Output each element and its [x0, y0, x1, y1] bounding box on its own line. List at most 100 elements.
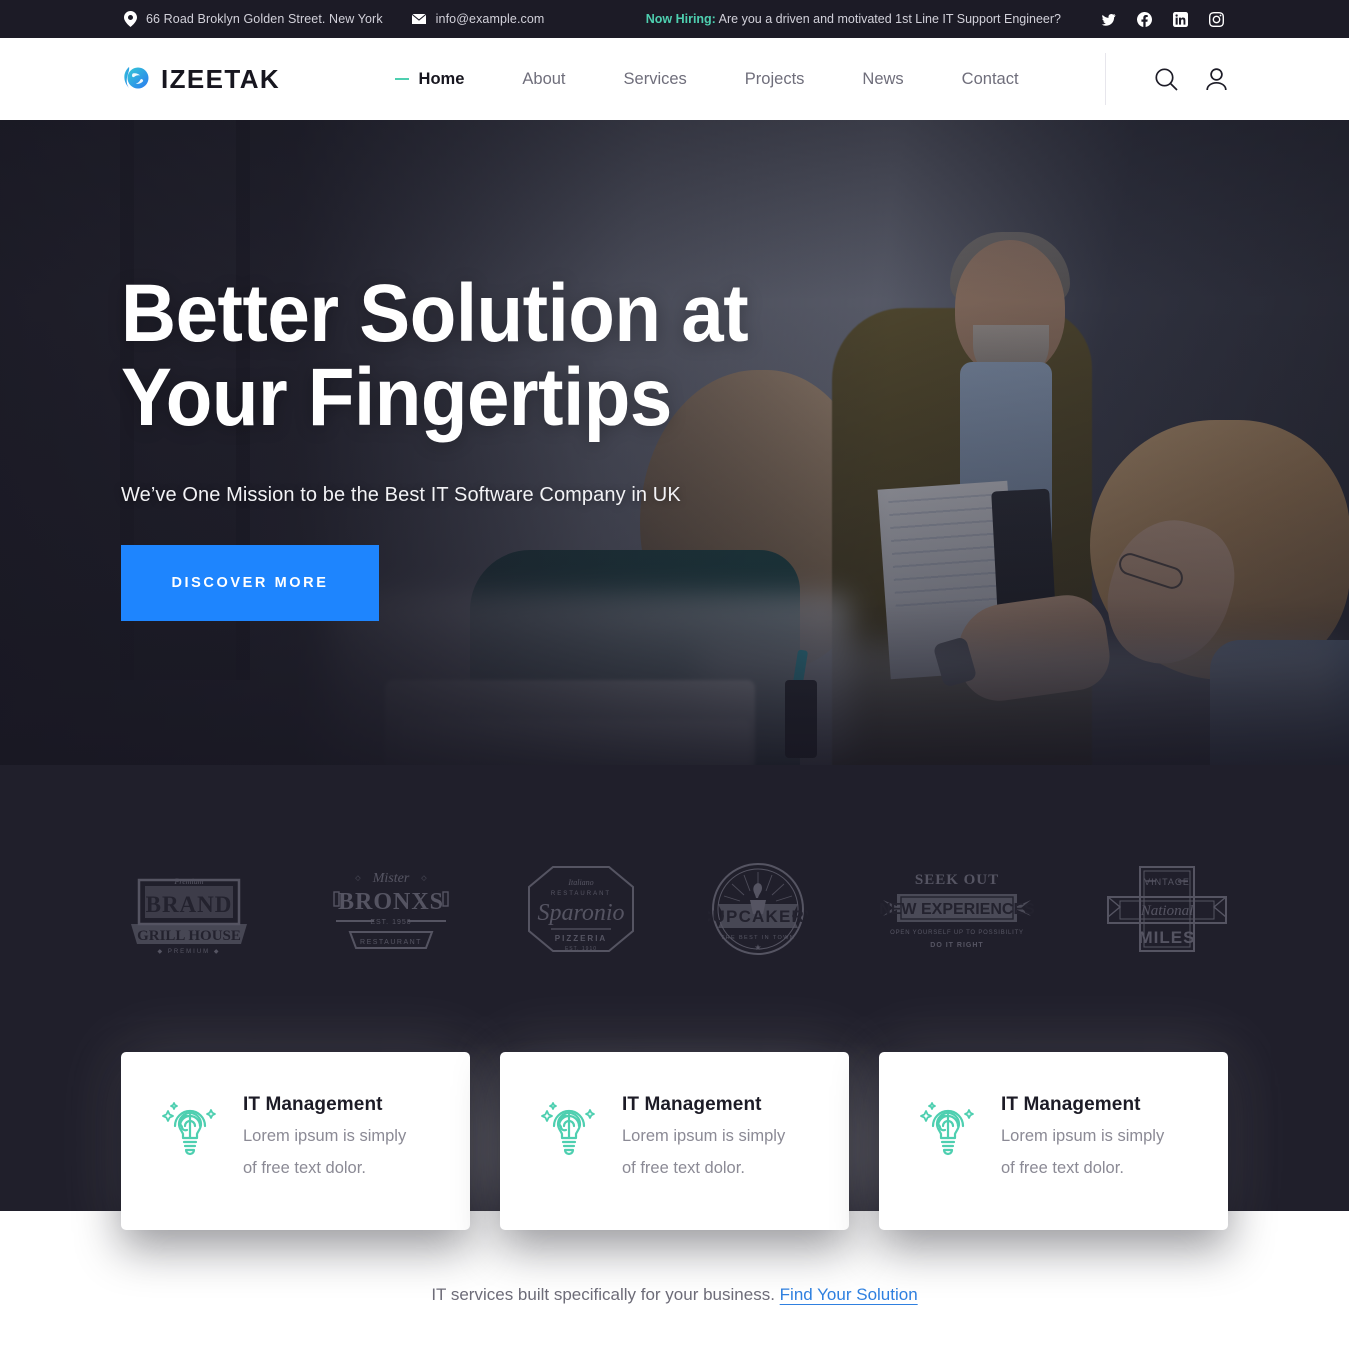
hero-section: Better Solution at Your Fingertips We’ve… [0, 120, 1349, 765]
izeetak-globe-icon [121, 64, 151, 94]
topbar-email[interactable]: info@example.com [410, 12, 545, 26]
service-card-body: IT Management Lorem ipsum is simply of f… [243, 1094, 406, 1184]
hero-subtitle: We’ve One Mission to be the Best IT Soft… [121, 484, 681, 507]
brain-lightbulb-icon [159, 1096, 221, 1158]
search-button[interactable] [1154, 67, 1179, 92]
service-card[interactable]: IT Management Lorem ipsum is simply of f… [121, 1052, 470, 1230]
svg-text:MILES: MILES [1139, 928, 1196, 947]
svg-text:National: National [1140, 903, 1194, 919]
find-your-solution-link[interactable]: Find Your Solution [780, 1285, 918, 1304]
brain-lightbulb-icon [917, 1096, 979, 1158]
nav-item-projects-label: Projects [744, 69, 805, 88]
brand-logo-vintage-national-miles: VINTAGE National MILES [1106, 861, 1228, 957]
social-link-facebook[interactable] [1135, 10, 1153, 28]
map-pin-icon [124, 11, 137, 27]
header-actions [1104, 53, 1228, 105]
social-links [1099, 10, 1225, 28]
brand-logo-text: IZEETAK [161, 63, 281, 94]
nav-item-home[interactable]: Home [366, 70, 494, 89]
service-card-title: IT Management [243, 1094, 383, 1115]
twitter-icon [1101, 13, 1115, 26]
svg-text:OPEN YOURSELF UP TO POSSIBILIT: OPEN YOURSELF UP TO POSSIBILITY [890, 930, 1024, 936]
topbar-address: 66 Road Broklyn Golden Street. New York [124, 11, 383, 27]
now-hiring-text: Are you a driven and motivated 1st Line … [718, 12, 1061, 26]
nav-item-services[interactable]: Services [595, 70, 716, 89]
nav-item-about[interactable]: About [493, 70, 594, 89]
service-card-description: Lorem ipsum is simply of free text dolor… [622, 1120, 785, 1184]
brand-logo-seek-out-new-experiences: SEEK OUT NEW EXPERIENCES OPEN YOURSELF U… [879, 866, 1035, 952]
svg-text:DO IT RIGHT: DO IT RIGHT [930, 942, 983, 949]
topbar-email-text: info@example.com [435, 12, 545, 26]
svg-text:GRILL HOUSE: GRILL HOUSE [137, 928, 241, 944]
svg-text:NEW EXPERIENCES: NEW EXPERIENCES [879, 901, 1035, 918]
svg-text:RESTAURANT: RESTAURANT [551, 891, 611, 897]
service-card-description: Lorem ipsum is simply of free text dolor… [1001, 1120, 1164, 1184]
svg-text:THE BEST IN TOWN: THE BEST IN TOWN [721, 935, 795, 941]
svg-text:VINTAGE: VINTAGE [1144, 877, 1190, 887]
nav-item-news[interactable]: News [833, 70, 932, 89]
nav-item-contact[interactable]: Contact [933, 70, 1048, 89]
hero-title-line-2: Your Fingertips [121, 351, 672, 443]
nav-item-projects[interactable]: Projects [716, 70, 834, 89]
svg-text:PIZZERIA: PIZZERIA [555, 934, 607, 943]
now-hiring-notice[interactable]: Now Hiring: Are you a driven and motivat… [646, 12, 1061, 26]
bottom-cta-text: IT services built specifically for your … [431, 1285, 775, 1304]
svg-text:◆ PREMIUM ◆: ◆ PREMIUM ◆ [158, 949, 221, 955]
social-link-linkedin[interactable] [1171, 10, 1189, 28]
nav-item-about-label: About [522, 69, 566, 88]
main-navigation: Home About Services Projects News Contac… [338, 70, 1048, 89]
svg-text:◇: ◇ [355, 875, 361, 882]
service-card-body: IT Management Lorem ipsum is simply of f… [622, 1094, 785, 1184]
brand-logo-strip: Premium BRAND GRILL HOUSE ◆ PREMIUM ◆ Mi… [121, 860, 1228, 958]
hero-title: Better Solution at Your Fingertips [121, 272, 749, 439]
service-card[interactable]: IT Management Lorem ipsum is simply of f… [500, 1052, 849, 1230]
brand-logo-brand-grill-house: Premium BRAND GRILL HOUSE ◆ PREMIUM ◆ [121, 862, 257, 956]
brand-logo-cupcakery: CUPCAKERY THE BEST IN TOWN ★ [708, 860, 808, 958]
topbar-contact-group: 66 Road Broklyn Golden Street. New York … [124, 11, 544, 27]
nav-item-home-label: Home [418, 69, 465, 88]
svg-text:Mister: Mister [372, 871, 410, 886]
hero-title-line-1: Better Solution at [121, 268, 749, 359]
bottom-cta: IT services built specifically for your … [0, 1285, 1349, 1305]
hero-content: Better Solution at Your Fingertips We’ve… [121, 120, 795, 622]
social-link-instagram[interactable] [1207, 10, 1225, 28]
site-header: IZEETAK Home About Services Projects New… [0, 38, 1349, 120]
service-card-title: IT Management [1001, 1094, 1141, 1115]
service-card-description: Lorem ipsum is simply of free text dolor… [243, 1120, 406, 1184]
svg-text:SEEK OUT: SEEK OUT [915, 872, 999, 888]
topbar-right-group: Now Hiring: Are you a driven and motivat… [646, 10, 1225, 28]
service-card[interactable]: IT Management Lorem ipsum is simply of f… [879, 1052, 1228, 1230]
topbar-address-text: 66 Road Broklyn Golden Street. New York [146, 12, 383, 26]
now-hiring-label: Now Hiring: [645, 12, 716, 26]
account-button[interactable] [1205, 67, 1228, 92]
service-card-desc-line-2: of free text dolor. [622, 1159, 745, 1178]
brand-logo-mister-bronxs: Mister ◇ ◇ BRONXS EST. 1950 RESTAURANT [328, 864, 454, 954]
svg-text:BRONXS: BRONXS [338, 889, 444, 915]
social-link-twitter[interactable] [1099, 10, 1117, 28]
service-card-title: IT Management [622, 1094, 762, 1115]
service-card-body: IT Management Lorem ipsum is simply of f… [1001, 1094, 1164, 1184]
svg-text:Premium: Premium [173, 877, 203, 886]
service-card-desc-line-1: Lorem ipsum is simply [1001, 1127, 1165, 1145]
svg-text:EST. 1910: EST. 1910 [565, 946, 597, 952]
brand-logo[interactable]: IZEETAK [121, 64, 280, 95]
svg-text:Italiano: Italiano [567, 878, 593, 887]
service-card-desc-line-2: of free text dolor. [243, 1159, 366, 1178]
active-nav-dash-icon [394, 78, 409, 80]
linkedin-icon [1172, 11, 1188, 27]
svg-text:Sparonio: Sparonio [537, 900, 624, 926]
instagram-icon [1208, 11, 1224, 27]
nav-item-contact-label: Contact [961, 69, 1019, 88]
top-info-bar: 66 Road Broklyn Golden Street. New York … [0, 0, 1349, 38]
service-card-desc-line-1: Lorem ipsum is simply [243, 1127, 407, 1145]
discover-more-button[interactable]: DISCOVER MORE [121, 545, 379, 622]
search-icon [1155, 67, 1178, 91]
svg-text:BRAND: BRAND [146, 892, 233, 917]
facebook-icon [1136, 11, 1152, 27]
nav-item-news-label: News [862, 69, 904, 88]
svg-text:RESTAURANT: RESTAURANT [360, 939, 422, 946]
service-card-desc-line-2: of free text dolor. [1001, 1159, 1124, 1178]
service-card-desc-line-1: Lorem ipsum is simply [622, 1127, 786, 1145]
envelope-icon [410, 13, 427, 25]
bottom-cta-section: IT services built specifically for your … [0, 1211, 1349, 1349]
